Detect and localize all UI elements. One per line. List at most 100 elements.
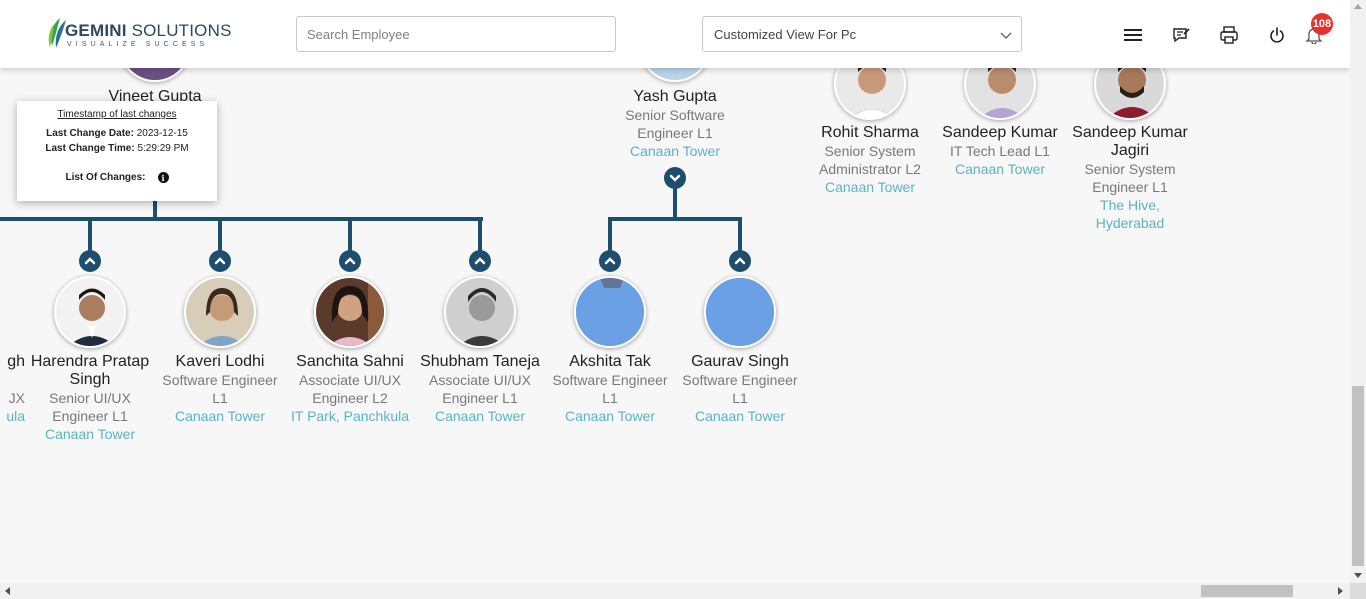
collapse-toggle[interactable] bbox=[729, 250, 751, 272]
vertical-scrollbar[interactable] bbox=[1350, 0, 1366, 583]
employee-designation: Software Engineer bbox=[162, 372, 278, 388]
employee-name[interactable]: Sandeep Kumar bbox=[935, 124, 1065, 142]
employee-designation: Senior System bbox=[1084, 161, 1176, 177]
employee-designation: Software Engineer bbox=[682, 372, 798, 388]
employee-name[interactable]: Kaveri Lodhi bbox=[155, 353, 285, 371]
employee-location[interactable]: The Hive, bbox=[1065, 196, 1195, 214]
chevron-up-icon bbox=[84, 257, 96, 265]
scrollbar-corner bbox=[1350, 583, 1366, 599]
node-partial-left: gh JX ula bbox=[0, 353, 25, 425]
avatar-harendra-pratap-singh[interactable] bbox=[54, 276, 126, 348]
employee-name[interactable]: Akshita Tak bbox=[545, 353, 675, 371]
view-select-dropdown[interactable]: Customized View For Pc bbox=[702, 16, 1022, 52]
connector-line bbox=[673, 185, 677, 220]
employee-name[interactable]: Yash Gupta bbox=[610, 88, 740, 106]
avatar-gaurav-singh[interactable] bbox=[704, 276, 776, 348]
logout-button[interactable] bbox=[1266, 24, 1288, 46]
employee-designation: Engineer L1 bbox=[442, 390, 518, 406]
avatar-shubham-taneja[interactable] bbox=[444, 276, 516, 348]
change-timestamp-tooltip: Timestamp of last changes Last Change Da… bbox=[17, 101, 217, 201]
list-of-changes-row: List Of Changes: i bbox=[17, 172, 217, 183]
company-logo[interactable]: GEMINI SOLUTIONS VISUALIZE SUCCESS bbox=[46, 16, 231, 52]
connector-line bbox=[348, 217, 352, 253]
node-harendra-pratap-singh: Harendra Pratap Singh Senior UI/UX Engin… bbox=[25, 353, 155, 443]
employee-name[interactable]: Shubham Taneja bbox=[415, 353, 545, 371]
notification-count-badge: 108 bbox=[1311, 13, 1333, 35]
employee-location[interactable]: Canaan Tower bbox=[415, 407, 545, 425]
collapse-toggle[interactable] bbox=[209, 250, 231, 272]
connector-line bbox=[88, 217, 92, 253]
employee-designation: Senior UI/UX bbox=[49, 390, 131, 406]
connector-line bbox=[218, 217, 222, 253]
avatar-kaveri-lodhi[interactable] bbox=[184, 276, 256, 348]
info-icon[interactable]: i bbox=[157, 172, 169, 183]
employee-name[interactable]: Sanchita Sahni bbox=[285, 353, 415, 371]
view-select-value: Customized View For Pc bbox=[714, 27, 857, 42]
print-icon bbox=[1220, 26, 1238, 44]
node-kaveri-lodhi: Kaveri Lodhi Software Engineer L1 Canaan… bbox=[155, 353, 285, 425]
employee-designation: Senior System bbox=[824, 143, 916, 159]
chevron-up-icon bbox=[604, 257, 616, 265]
expand-toggle[interactable] bbox=[664, 167, 686, 189]
employee-location[interactable]: IT Park, Panchkula bbox=[285, 407, 415, 425]
scroll-left-arrow-icon[interactable] bbox=[5, 587, 10, 595]
node-rohit-sharma: Rohit Sharma Senior System Administrator… bbox=[805, 124, 935, 196]
chevron-up-icon bbox=[734, 257, 746, 265]
employee-designation: Senior Software bbox=[625, 107, 725, 123]
connector-line bbox=[738, 217, 742, 253]
feedback-icon bbox=[1173, 28, 1190, 43]
employee-name[interactable]: gh bbox=[0, 353, 25, 371]
employee-name[interactable]: Sandeep Kumar bbox=[1065, 124, 1195, 142]
node-sandeep-kumar-jagiri: Sandeep Kumar Jagiri Senior System Engin… bbox=[1065, 124, 1195, 232]
chevron-up-icon bbox=[214, 257, 226, 265]
employee-name[interactable]: Harendra Pratap bbox=[25, 353, 155, 371]
employee-designation: JX bbox=[8, 390, 25, 406]
horizontal-scrollbar[interactable] bbox=[0, 583, 1350, 599]
employee-location[interactable]: Canaan Tower bbox=[805, 178, 935, 196]
avatar-sanchita-sahni[interactable] bbox=[314, 276, 386, 348]
collapse-toggle[interactable] bbox=[339, 250, 361, 272]
employee-location[interactable]: Canaan Tower bbox=[155, 407, 285, 425]
employee-location[interactable]: Canaan Tower bbox=[675, 407, 805, 425]
avatar-akshita-tak[interactable] bbox=[574, 276, 646, 348]
employee-designation: Associate UI/UX bbox=[429, 372, 531, 388]
employee-designation: Engineer L1 bbox=[52, 408, 128, 424]
node-gaurav-singh: Gaurav Singh Software Engineer L1 Canaan… bbox=[675, 353, 805, 425]
employee-designation: L1 bbox=[732, 390, 748, 406]
employee-location[interactable]: Canaan Tower bbox=[610, 142, 740, 160]
employee-name[interactable]: Gaurav Singh bbox=[675, 353, 805, 371]
connector-line bbox=[608, 217, 612, 253]
employee-location[interactable]: Canaan Tower bbox=[935, 160, 1065, 178]
employee-designation: Engineer L2 bbox=[312, 390, 388, 406]
employee-designation: Associate UI/UX bbox=[299, 372, 401, 388]
search-employee-input[interactable] bbox=[296, 16, 616, 52]
last-change-date-row: Last Change Date: 2023-12-15 bbox=[46, 128, 188, 139]
employee-name[interactable]: Jagiri bbox=[1065, 142, 1195, 160]
chevron-down-icon bbox=[1000, 32, 1012, 39]
feedback-button[interactable] bbox=[1170, 24, 1192, 46]
chevron-down-icon bbox=[669, 174, 681, 182]
employee-name[interactable]: Singh bbox=[25, 371, 155, 389]
collapse-toggle[interactable] bbox=[469, 250, 491, 272]
collapse-toggle[interactable] bbox=[79, 250, 101, 272]
employee-location[interactable]: Canaan Tower bbox=[25, 425, 155, 443]
vertical-scroll-thumb[interactable] bbox=[1352, 386, 1364, 566]
scroll-down-arrow-icon[interactable] bbox=[1354, 573, 1362, 578]
employee-name[interactable]: Rohit Sharma bbox=[805, 124, 935, 142]
scroll-up-arrow-icon[interactable] bbox=[1354, 4, 1362, 9]
menu-button[interactable] bbox=[1122, 24, 1144, 46]
employee-designation: L1 bbox=[602, 390, 618, 406]
employee-designation: IT Tech Lead L1 bbox=[950, 143, 1050, 159]
employee-location[interactable]: ula bbox=[0, 407, 25, 425]
scroll-right-arrow-icon[interactable] bbox=[1338, 587, 1343, 595]
employee-location[interactable]: Hyderabad bbox=[1065, 214, 1195, 232]
logo-wordmark: GEMINI SOLUTIONS bbox=[65, 21, 232, 40]
employee-designation: Engineer L1 bbox=[637, 125, 713, 141]
connector-line bbox=[0, 217, 483, 221]
employee-location[interactable]: Canaan Tower bbox=[545, 407, 675, 425]
collapse-toggle[interactable] bbox=[599, 250, 621, 272]
print-button[interactable] bbox=[1218, 24, 1240, 46]
horizontal-scroll-thumb[interactable] bbox=[1201, 585, 1293, 597]
connector-line bbox=[608, 217, 742, 221]
chevron-up-icon bbox=[474, 257, 486, 265]
